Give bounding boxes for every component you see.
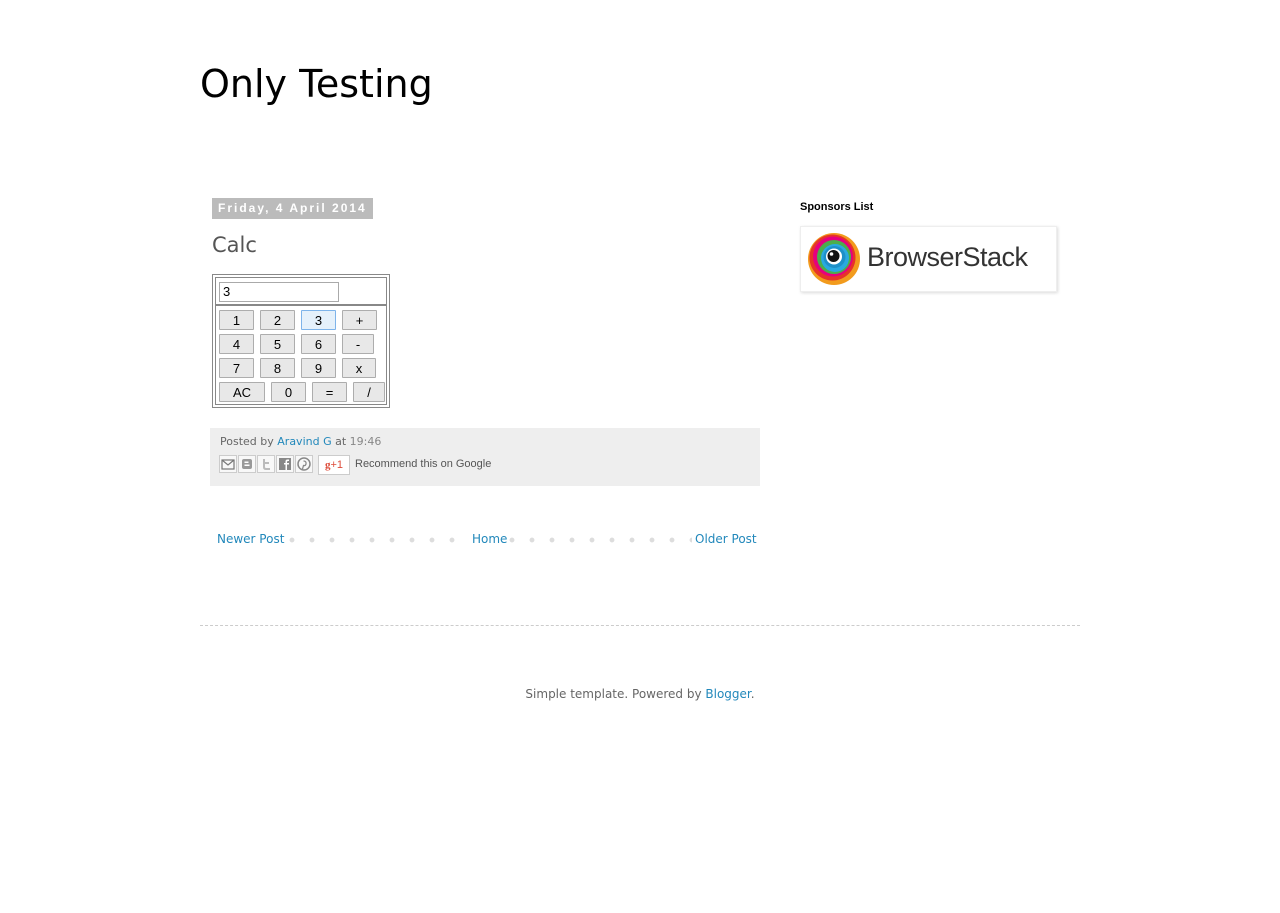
at-label: at <box>335 435 347 448</box>
blogger-link[interactable]: Blogger <box>705 687 750 701</box>
key-4[interactable]: 4 <box>219 334 254 354</box>
post-timestamp-link[interactable]: 19:46 <box>350 435 382 448</box>
pager-dots-left <box>282 537 462 543</box>
attribution: Simple template. Powered by Blogger. <box>0 687 1280 701</box>
key-1[interactable]: 1 <box>219 310 254 330</box>
calculator-display-input[interactable]: 3 <box>219 282 339 302</box>
key-minus[interactable]: - <box>342 334 374 354</box>
recommend-text: Recommend this on Google <box>355 458 492 470</box>
post-byline: Posted by Aravind G at 19:46 <box>220 435 381 448</box>
blog-title[interactable]: Only Testing <box>200 62 433 106</box>
post-footer: Posted by Aravind G at 19:46 g+1 Recomme… <box>210 428 760 486</box>
sponsor-name: BrowserStack <box>867 242 1028 272</box>
posted-by-label: Posted by <box>220 435 274 448</box>
twitter-icon[interactable] <box>257 455 275 473</box>
key-3[interactable]: 3 <box>301 310 336 330</box>
post-date-header: Friday, 4 April 2014 <box>212 198 373 219</box>
blogger-icon[interactable] <box>238 455 256 473</box>
key-multiply[interactable]: x <box>342 358 376 378</box>
attribution-text: Simple template. Powered by <box>525 687 702 701</box>
post-title: Calc <box>212 233 257 257</box>
newer-post-link[interactable]: Newer Post <box>217 532 284 546</box>
facebook-icon[interactable] <box>276 455 294 473</box>
key-9[interactable]: 9 <box>301 358 336 378</box>
key-divide[interactable]: / <box>353 382 385 402</box>
sponsor-banner[interactable]: BrowserStack <box>800 226 1057 292</box>
pager-dots-right <box>502 537 692 543</box>
calculator: 3 1 2 3 + 4 5 6 - 7 8 9 x AC 0 = / <box>212 274 390 408</box>
key-5[interactable]: 5 <box>260 334 295 354</box>
key-8[interactable]: 8 <box>260 358 295 378</box>
browserstack-logo-icon <box>808 233 860 285</box>
calculator-keypad: 1 2 3 + 4 5 6 - 7 8 9 x AC 0 = / <box>215 305 387 405</box>
key-equals[interactable]: = <box>312 382 347 402</box>
email-icon[interactable] <box>219 455 237 473</box>
google-plus-one-button[interactable]: g+1 <box>318 455 350 475</box>
pinterest-icon[interactable] <box>295 455 313 473</box>
key-0[interactable]: 0 <box>271 382 306 402</box>
key-6[interactable]: 6 <box>301 334 336 354</box>
calculator-display-cell: 3 <box>215 277 387 305</box>
author-link[interactable]: Aravind G <box>277 435 331 448</box>
gplus-label: +1 <box>330 459 344 471</box>
key-plus[interactable]: + <box>342 310 377 330</box>
older-post-link[interactable]: Older Post <box>695 532 757 546</box>
key-2[interactable]: 2 <box>260 310 295 330</box>
key-clear[interactable]: AC <box>219 382 265 402</box>
footer-divider <box>200 625 1080 626</box>
key-7[interactable]: 7 <box>219 358 254 378</box>
attribution-suffix: . <box>750 687 755 701</box>
sidebar-title: Sponsors List <box>800 201 874 213</box>
